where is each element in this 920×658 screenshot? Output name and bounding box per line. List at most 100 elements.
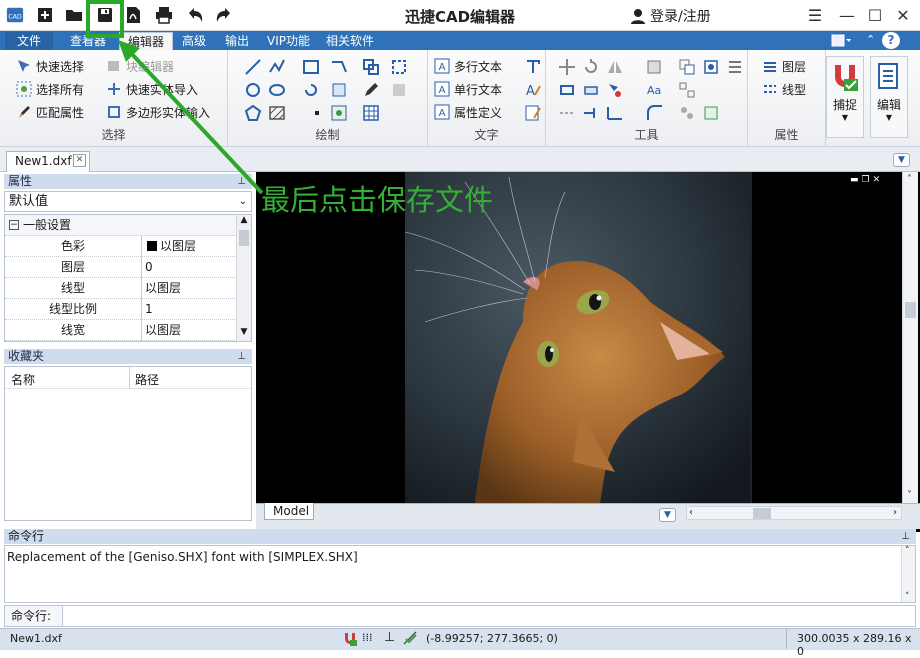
scroll-right-icon[interactable]: › <box>893 507 897 518</box>
tab-list-dropdown-icon[interactable]: ▼ <box>893 153 910 167</box>
property-row-layer[interactable]: 图层 0 <box>5 257 237 278</box>
menu-icon[interactable]: ☰ <box>802 3 828 27</box>
scroll-down-icon[interactable]: ˅ <box>907 490 912 501</box>
scroll-up-icon[interactable]: ˄ <box>907 174 912 185</box>
linetype-scale-icon[interactable]: Aa <box>646 81 664 99</box>
new-file-icon[interactable] <box>34 4 56 26</box>
image-insert-icon[interactable] <box>330 104 348 122</box>
match-properties-button[interactable]: 匹配属性 <box>16 102 84 122</box>
explode-icon[interactable] <box>678 104 696 122</box>
pick-color-icon[interactable] <box>606 81 624 99</box>
property-row-linetype-scale[interactable]: 线型比例 1 <box>5 299 237 320</box>
print-icon[interactable] <box>153 4 175 26</box>
collapse-icon[interactable]: − <box>9 220 19 230</box>
tab-output[interactable]: 输出 <box>217 32 257 50</box>
col-path-header[interactable]: 路径 <box>135 371 159 388</box>
rotate-arc-icon[interactable] <box>302 81 320 99</box>
section-row[interactable]: − 一般设置 <box>5 215 237 236</box>
property-row-lineweight[interactable]: 线宽 以图层 <box>5 320 237 341</box>
hatch-gray-icon[interactable] <box>390 81 408 99</box>
scroll-down-icon[interactable]: ˅ <box>905 592 910 602</box>
snap-button[interactable]: 捕捉 ▼ <box>826 56 864 138</box>
tab-file[interactable]: 文件 <box>5 32 53 50</box>
copy-object-icon[interactable] <box>678 58 696 76</box>
color-picker-icon[interactable] <box>646 58 664 76</box>
properties-list-icon[interactable] <box>726 58 744 76</box>
linetype-button[interactable]: 线型 <box>762 79 806 99</box>
login-link[interactable]: 登录/注册 <box>630 6 711 26</box>
rectangle-icon[interactable] <box>302 58 320 76</box>
property-row-color[interactable]: 色彩 以图层 <box>5 236 237 257</box>
snap-toggle-icon[interactable] <box>342 631 358 647</box>
pin-icon[interactable]: ⊥ <box>237 174 246 189</box>
align-icon[interactable] <box>582 104 600 122</box>
line-icon[interactable] <box>244 58 262 76</box>
rotate-icon[interactable] <box>582 58 600 76</box>
move-icon[interactable] <box>558 58 576 76</box>
text-edit-icon[interactable]: A <box>524 81 542 99</box>
scroll-up-icon[interactable]: ˄ <box>905 546 910 556</box>
pin-icon[interactable]: ⊥ <box>901 529 910 544</box>
command-output-scrollbar[interactable]: ˄ ˅ <box>901 546 915 602</box>
distance-icon[interactable] <box>558 104 576 122</box>
tab-editor[interactable]: 编辑器 <box>119 32 174 50</box>
spline-icon[interactable] <box>390 58 408 76</box>
v-scroll-thumb[interactable] <box>905 302 916 318</box>
edit-button[interactable]: 编辑 ▼ <box>870 56 908 138</box>
properties-combo[interactable]: 默认值 ⌄ <box>4 191 252 212</box>
attribute-definition-button[interactable]: A 属性定义 <box>434 102 502 122</box>
close-tab-icon[interactable]: ✕ <box>73 154 86 167</box>
tab-related-software[interactable]: 相关软件 <box>318 32 382 50</box>
scale-icon[interactable] <box>558 81 576 99</box>
region-icon[interactable] <box>330 81 348 99</box>
polygon-entity-input-button[interactable]: 多边形实体输入 <box>106 102 210 122</box>
ribbon-collapse-icon[interactable]: ⌃ <box>866 34 878 46</box>
command-input[interactable] <box>65 607 913 625</box>
quick-select-button[interactable]: 快速选择 <box>16 56 84 76</box>
document-tab[interactable]: New1.dxf ✕ <box>6 151 90 172</box>
col-name-header[interactable]: 名称 <box>11 371 35 388</box>
horizontal-scrollbar[interactable]: ‹ › <box>686 506 902 520</box>
fillet-icon[interactable] <box>646 104 664 122</box>
pin-icon[interactable]: ⊥ <box>237 349 246 364</box>
scroll-down-icon[interactable]: ▼ <box>237 327 251 341</box>
ellipse-icon[interactable] <box>268 81 286 99</box>
table-icon[interactable] <box>362 104 380 122</box>
polar-toggle-icon[interactable] <box>402 630 418 646</box>
export-pdf-icon[interactable] <box>122 4 144 26</box>
properties-scrollbar[interactable]: ▲ ▼ <box>236 215 251 341</box>
circle-icon[interactable] <box>244 81 262 99</box>
layout-tab-model[interactable]: Model <box>264 503 314 520</box>
polygon-draw-icon[interactable] <box>244 104 262 122</box>
app-logo-icon[interactable]: CAD <box>3 4 27 26</box>
purge-icon[interactable] <box>702 104 720 122</box>
text-style-icon[interactable] <box>524 58 542 76</box>
scroll-left-icon[interactable]: ‹ <box>689 507 693 518</box>
group-icon[interactable] <box>678 81 696 99</box>
minimize-button[interactable]: — <box>834 3 860 27</box>
maximize-button[interactable]: ☐ <box>862 3 888 27</box>
mirror-icon[interactable] <box>606 58 624 76</box>
pen-icon[interactable] <box>362 81 380 99</box>
layout-dropdown-icon[interactable]: ▼ <box>659 508 676 522</box>
hatch-icon[interactable] <box>268 104 286 122</box>
insert-block-icon[interactable] <box>362 58 380 76</box>
style-brush-icon[interactable] <box>830 33 852 48</box>
tab-vip[interactable]: VIP功能 <box>259 32 318 50</box>
ortho-toggle-icon[interactable]: ⊥ <box>384 630 395 645</box>
property-row-linetype[interactable]: 线型 以图层 <box>5 278 237 299</box>
text-note-icon[interactable] <box>524 104 542 122</box>
stretch-icon[interactable] <box>582 81 600 99</box>
block-editor-button[interactable]: 块编辑器 <box>106 56 174 76</box>
close-button[interactable]: ✕ <box>890 3 916 27</box>
help-icon[interactable]: ? <box>882 32 900 49</box>
scroll-up-icon[interactable]: ▲ <box>237 215 251 229</box>
polyline-icon[interactable] <box>268 58 286 76</box>
grid-toggle-icon[interactable]: ⁞⁞⁞ <box>362 631 373 644</box>
cat-photo[interactable] <box>405 172 750 503</box>
open-folder-icon[interactable] <box>63 4 85 26</box>
layers-button[interactable]: 图层 <box>762 56 806 76</box>
block-attribute-icon[interactable] <box>702 58 720 76</box>
mtext-button[interactable]: A 多行文本 <box>434 56 502 76</box>
viewport-window-controls[interactable]: ▬❐✕ <box>850 175 896 186</box>
